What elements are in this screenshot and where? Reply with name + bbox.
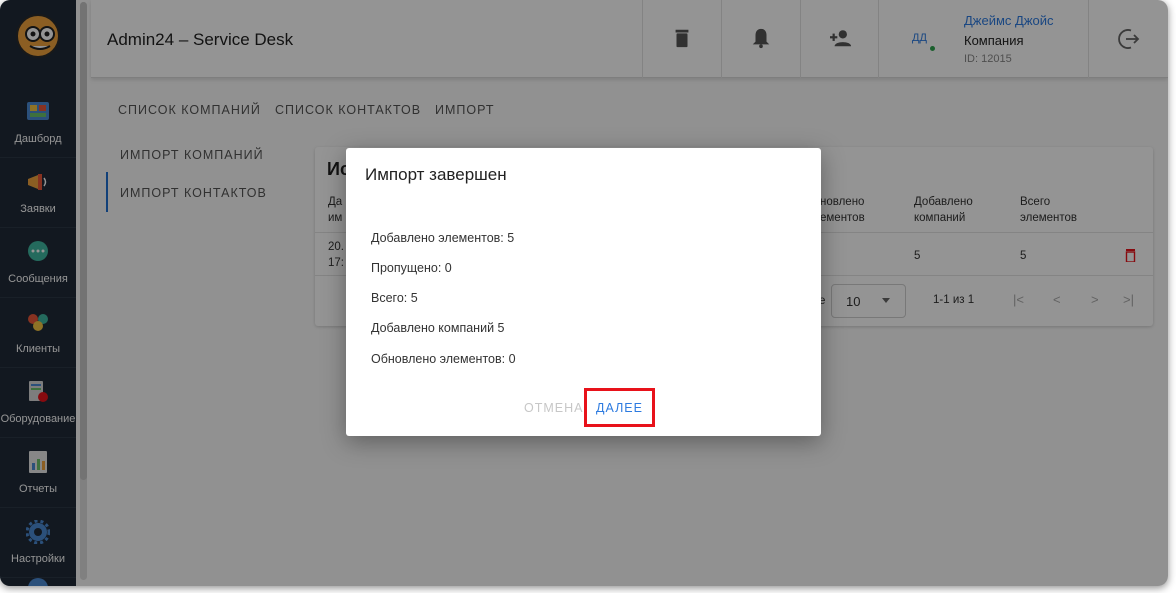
- dialog-added-companies: Добавлено компаний 5: [371, 321, 505, 335]
- app-window: Дашборд Заявки Сообщения Клиенты Оборудо…: [0, 0, 1168, 586]
- dialog-updated-elements: Обновлено элементов: 0: [371, 352, 516, 366]
- dialog-skipped: Пропущено: 0: [371, 261, 452, 275]
- dialog-total: Всего: 5: [371, 291, 418, 305]
- dialog-title: Импорт завершен: [365, 165, 507, 184]
- next-button[interactable]: ДАЛЕЕ: [584, 388, 655, 427]
- next-button-label: ДАЛЕЕ: [596, 401, 643, 415]
- dialog-added-elements: Добавлено элементов: 5: [371, 231, 515, 245]
- import-complete-dialog: Импорт завершен Добавлено элементов: 5 П…: [346, 148, 821, 436]
- cancel-button[interactable]: ОТМЕНА: [524, 401, 583, 415]
